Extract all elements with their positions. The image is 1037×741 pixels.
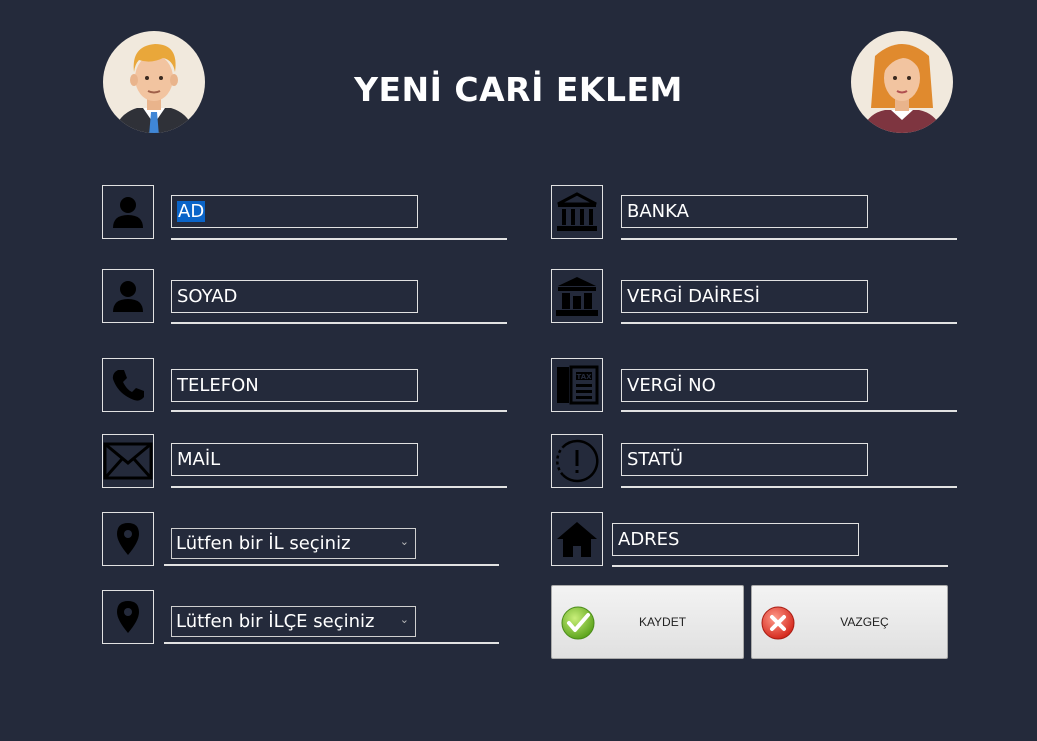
tax-office-underline bbox=[621, 322, 957, 324]
mail-field-value: MAİL bbox=[177, 449, 221, 470]
province-underline bbox=[164, 564, 499, 566]
phone-field-value: TELEFON bbox=[177, 375, 259, 396]
tax-number-icon-box: TAX bbox=[551, 358, 603, 412]
status-field-value: STATÜ bbox=[627, 449, 684, 470]
location-pin-icon bbox=[117, 601, 139, 633]
status-underline bbox=[621, 486, 957, 488]
location-icon-box bbox=[102, 512, 154, 566]
tax-office-icon-box bbox=[551, 269, 603, 323]
phone-underline bbox=[171, 410, 507, 412]
district-select[interactable]: Lütfen bir İLÇE seçiniz ⌄ bbox=[171, 606, 416, 637]
female-avatar bbox=[851, 28, 955, 136]
address-underline bbox=[612, 565, 948, 567]
tax-number-field-value: VERGİ NO bbox=[627, 375, 716, 396]
chevron-down-icon: ⌄ bbox=[399, 613, 409, 626]
surname-underline bbox=[171, 322, 507, 324]
cancel-button[interactable]: VAZGEÇ bbox=[751, 585, 948, 659]
bank-field-value: BANKA bbox=[627, 201, 689, 222]
svg-text:TAX: TAX bbox=[576, 373, 592, 381]
cancel-button-label: VAZGEÇ bbox=[840, 615, 889, 629]
mail-field[interactable]: MAİL bbox=[171, 443, 418, 476]
phone-icon-box bbox=[102, 358, 154, 412]
address-field[interactable]: ADRES bbox=[612, 523, 859, 556]
tax-number-underline bbox=[621, 410, 957, 412]
mail-icon bbox=[103, 442, 153, 480]
person-icon bbox=[113, 197, 143, 228]
status-icon-box bbox=[551, 434, 603, 488]
address-field-value: ADRES bbox=[618, 529, 680, 550]
tax-number-field[interactable]: VERGİ NO bbox=[621, 369, 868, 402]
location-pin-icon bbox=[117, 523, 139, 555]
surname-field-value: SOYAD bbox=[177, 286, 238, 307]
phone-icon bbox=[112, 370, 144, 401]
name-field[interactable]: AD bbox=[171, 195, 418, 228]
surname-field[interactable]: SOYAD bbox=[171, 280, 418, 313]
name-field-value: AD bbox=[177, 201, 206, 222]
phone-field[interactable]: TELEFON bbox=[171, 369, 418, 402]
save-button[interactable]: KAYDET bbox=[551, 585, 744, 659]
status-field[interactable]: STATÜ bbox=[621, 443, 868, 476]
mail-icon-box bbox=[102, 434, 154, 488]
district-select-value: Lütfen bir İLÇE seçiniz bbox=[176, 611, 375, 632]
bank-icon bbox=[557, 192, 597, 231]
bank-field[interactable]: BANKA bbox=[621, 195, 868, 228]
home-icon-box bbox=[551, 512, 603, 566]
chevron-down-icon: ⌄ bbox=[399, 535, 409, 548]
save-button-label: KAYDET bbox=[638, 615, 687, 629]
status-icon bbox=[556, 439, 599, 483]
name-underline bbox=[171, 238, 507, 240]
mail-underline bbox=[171, 486, 507, 488]
bank-icon-box bbox=[551, 185, 603, 239]
district-underline bbox=[164, 642, 499, 644]
province-select[interactable]: Lütfen bir İL seçiniz ⌄ bbox=[171, 528, 416, 559]
bank-underline bbox=[621, 238, 957, 240]
tax-office-field[interactable]: VERGİ DAİRESİ bbox=[621, 280, 868, 313]
person-icon-box bbox=[102, 269, 154, 323]
person-icon bbox=[113, 281, 143, 312]
province-select-value: Lütfen bir İL seçiniz bbox=[176, 533, 351, 554]
location-icon-box bbox=[102, 590, 154, 644]
person-icon-box bbox=[102, 185, 154, 239]
tax-office-field-value: VERGİ DAİRESİ bbox=[627, 286, 760, 307]
home-icon bbox=[557, 522, 597, 557]
tax-number-icon: TAX bbox=[557, 365, 599, 405]
tax-office-icon bbox=[556, 277, 598, 316]
